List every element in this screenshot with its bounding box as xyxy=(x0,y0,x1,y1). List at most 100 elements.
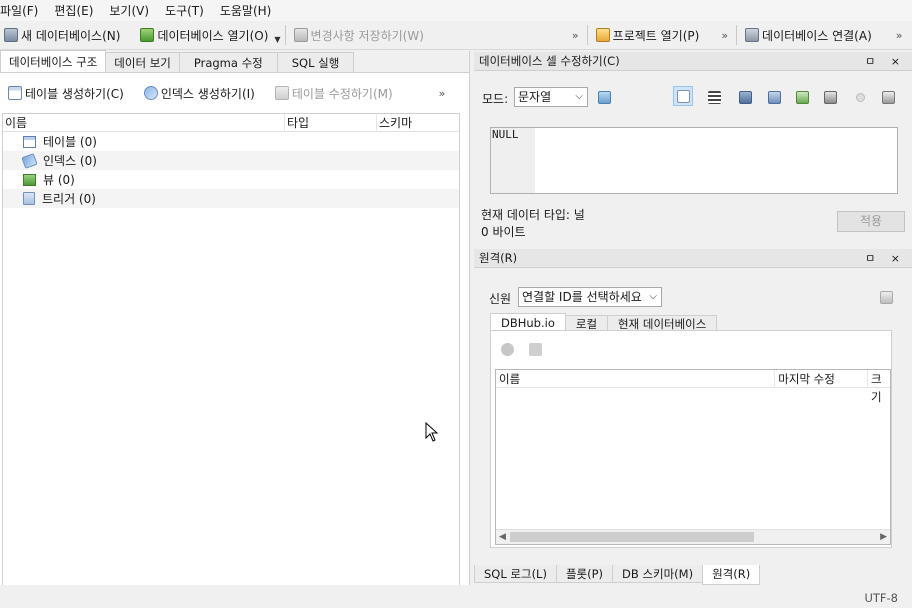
scrollbar-thumb[interactable] xyxy=(510,532,754,542)
print-icon xyxy=(881,90,895,104)
modify-table-icon xyxy=(274,86,289,100)
import-file-icon xyxy=(795,90,809,104)
format-icon xyxy=(707,90,721,104)
structure-overflow-icon[interactable]: » xyxy=(435,87,450,100)
open-project-button[interactable]: 프로젝트 열기(P) xyxy=(592,23,704,47)
open-database-dropdown-icon[interactable]: ▼ xyxy=(274,35,280,44)
mouse-cursor-icon xyxy=(425,422,439,442)
tree-item-label: 트리거 (0) xyxy=(42,192,96,206)
modify-table-button[interactable]: 테이블 수정하기(M) xyxy=(271,81,397,105)
column-header-type[interactable]: 타입 xyxy=(285,114,377,131)
tab-sql-log[interactable]: SQL 로그(L) xyxy=(474,565,557,583)
chevron-down-icon: ⌵ xyxy=(649,291,657,302)
create-table-button[interactable]: 테이블 생성하기(C) xyxy=(4,81,128,105)
tree-item-tables[interactable]: 테이블 (0) xyxy=(3,132,459,151)
horizontal-scrollbar[interactable]: ◀ ▶ xyxy=(496,529,890,544)
tab-edit-pragmas[interactable]: Pragma 수정 xyxy=(178,52,278,72)
open-project-label: 프로젝트 열기(P) xyxy=(612,28,700,43)
structure-toolbar: 테이블 생성하기(C) 인덱스 생성하기(I) 테이블 수정하기(M) » xyxy=(0,73,469,113)
new-database-button[interactable]: 새 데이터베이스(N) xyxy=(0,23,124,47)
scroll-left-icon[interactable]: ◀ xyxy=(499,530,506,545)
main-tabs: 데이터베이스 구조 데이터 보기 Pragma 수정 SQL 실행 xyxy=(0,50,469,73)
toolbar-divider xyxy=(736,25,738,45)
edit-cell-title: 데이터베이스 셀 수정하기(C) xyxy=(479,54,620,68)
tab-dbhub[interactable]: DBHub.io xyxy=(490,313,566,331)
trigger-icon xyxy=(23,192,35,205)
tab-plot[interactable]: 플롯(P) xyxy=(555,565,614,583)
import-file-button[interactable] xyxy=(792,87,812,107)
refresh-button[interactable] xyxy=(497,339,517,359)
column-header-last-modified[interactable]: 마지막 수정 xyxy=(775,370,869,387)
new-database-label: 새 데이터베이스(N) xyxy=(21,28,121,43)
export-file-button[interactable] xyxy=(820,87,840,107)
tab-local[interactable]: 로컬 xyxy=(564,315,609,331)
create-index-label: 인덱스 생성하기(I) xyxy=(160,86,255,101)
cell-text-editor[interactable]: NULL xyxy=(490,127,898,194)
export-button[interactable] xyxy=(764,87,784,107)
scroll-right-icon[interactable]: ▶ xyxy=(880,530,887,545)
connect-database-button[interactable]: 데이터베이스 연결(A) xyxy=(741,23,876,47)
remote-panel: 신원 연결할 ID를 선택하세요 ⌵ DBHub.io 로컬 현재 데이터베이스… xyxy=(474,268,912,565)
apply-button[interactable]: 적용 xyxy=(837,211,905,232)
status-bar: UTF-8 xyxy=(0,585,912,608)
edit-cell-panel-title: 데이터베이스 셀 수정하기(C) ㅁ × xyxy=(474,52,912,71)
word-wrap-button[interactable] xyxy=(673,86,693,106)
chevron-down-icon: ⌵ xyxy=(575,91,583,102)
new-database-icon xyxy=(4,28,18,42)
table-icon xyxy=(23,135,36,148)
tree-item-label: 인덱스 (0) xyxy=(43,154,97,168)
main-toolbar: 새 데이터베이스(N) 데이터베이스 열기(O) ▼ 변경사항 저장하기(W) … xyxy=(0,21,912,50)
menu-help[interactable]: 도움말(H) xyxy=(220,2,280,19)
auto-switch-mode-button[interactable] xyxy=(594,87,614,107)
mode-select[interactable]: 문자열 ⌵ xyxy=(514,87,588,107)
create-index-button[interactable]: 인덱스 생성하기(I) xyxy=(140,81,259,105)
import-icon xyxy=(738,90,752,104)
auto-format-button[interactable] xyxy=(704,87,724,107)
panel-float-close-icon[interactable]: ㅁ × xyxy=(865,250,906,266)
menu-file[interactable]: 파일(F) xyxy=(0,2,46,19)
identity-icon xyxy=(879,290,893,304)
toolbar-divider xyxy=(586,25,588,45)
index-icon xyxy=(21,152,38,169)
tree-item-indices[interactable]: 인덱스 (0) xyxy=(3,151,459,170)
column-header-size[interactable]: 크기 xyxy=(868,370,890,404)
mode-label: 모드: xyxy=(482,92,509,106)
open-database-button[interactable]: 데이터베이스 열기(O) xyxy=(136,23,272,47)
clone-icon xyxy=(528,342,542,356)
tab-browse-data[interactable]: 데이터 보기 xyxy=(105,52,180,72)
menu-tools[interactable]: 도구(T) xyxy=(165,2,212,19)
remote-panel-title: 원격(R) ㅁ × xyxy=(474,249,912,268)
menu-edit[interactable]: 편집(E) xyxy=(54,2,101,19)
toolbar-overflow-icon[interactable]: » xyxy=(717,29,732,42)
import-button[interactable] xyxy=(735,87,755,107)
mode-value: 문자열 xyxy=(518,90,552,104)
panel-float-close-icon[interactable]: ㅁ × xyxy=(865,53,906,69)
menu-view[interactable]: 보기(V) xyxy=(109,2,157,19)
save-changes-button[interactable]: 변경사항 저장하기(W) xyxy=(290,23,428,47)
clone-button[interactable] xyxy=(525,339,545,359)
identity-select[interactable]: 연결할 ID를 선택하세요 ⌵ xyxy=(518,287,662,307)
column-header-name[interactable]: 이름 xyxy=(496,370,776,387)
tree-item-views[interactable]: 뷰 (0) xyxy=(3,170,459,189)
tab-remote[interactable]: 원격(R) xyxy=(702,565,761,585)
cell-value: NULL xyxy=(492,128,519,141)
column-header-schema[interactable]: 스키마 xyxy=(377,114,459,131)
tab-database-structure[interactable]: 데이터베이스 구조 xyxy=(0,50,107,72)
column-header-name[interactable]: 이름 xyxy=(3,114,285,131)
modify-table-label: 테이블 수정하기(M) xyxy=(291,86,393,101)
tree-item-label: 테이블 (0) xyxy=(43,135,97,149)
view-icon xyxy=(23,173,36,186)
set-null-button[interactable] xyxy=(850,87,870,107)
toolbar-overflow-icon[interactable]: » xyxy=(568,29,583,42)
print-button[interactable] xyxy=(878,87,898,107)
identity-settings-button[interactable] xyxy=(876,287,896,307)
open-database-icon xyxy=(140,28,155,42)
tab-execute-sql[interactable]: SQL 실행 xyxy=(276,52,355,72)
attach-database-icon xyxy=(745,28,760,42)
tree-item-triggers[interactable]: 트리거 (0) xyxy=(3,189,459,208)
tab-current-database[interactable]: 현재 데이터베이스 xyxy=(607,315,718,331)
tab-db-schema[interactable]: DB 스키마(M) xyxy=(612,565,704,583)
toolbar-overflow-icon[interactable]: » xyxy=(892,29,907,42)
menu-bar: 파일(F) 편집(E) 보기(V) 도구(T) 도움말(H) xyxy=(0,0,912,21)
edit-cell-panel: 모드: 문자열 ⌵ NULL 현재 데이터 타입: 널 0 바이트 적용 xyxy=(474,71,912,249)
